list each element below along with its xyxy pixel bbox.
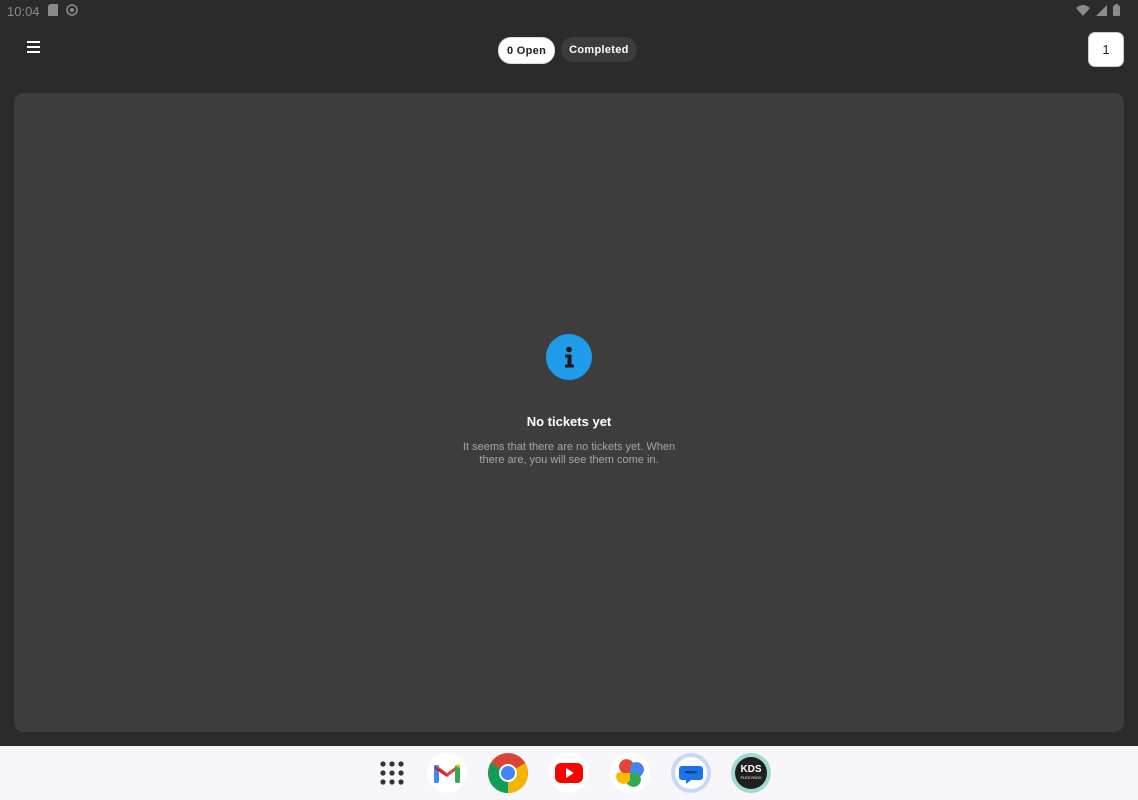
gmail-app[interactable] [427, 753, 467, 793]
sd-card-icon [48, 4, 58, 16]
gmail-icon [434, 764, 460, 783]
kds-flexybox-app[interactable]: KDS FLEXYBOX [731, 753, 771, 793]
photos-app[interactable] [610, 753, 650, 793]
chrome-icon [488, 753, 528, 793]
tab-open[interactable]: 0 Open [498, 37, 556, 64]
station-count-button[interactable]: 1 [1088, 32, 1124, 67]
ticket-tabs: 0 Open Completed [498, 37, 637, 64]
tickets-panel: No tickets yet It seems that there are n… [14, 93, 1124, 732]
empty-state-title: No tickets yet [526, 414, 612, 429]
status-time: 10:04 [7, 4, 40, 19]
empty-state: No tickets yet It seems that there are n… [14, 334, 1124, 467]
empty-state-message: It seems that there are no tickets yet. … [462, 441, 676, 466]
photos-icon [616, 759, 644, 787]
messages-icon [675, 757, 707, 789]
battery-icon [1113, 4, 1120, 16]
status-bar: 10:04 [0, 0, 1138, 22]
wifi-icon [1076, 4, 1090, 16]
tab-completed[interactable]: Completed [561, 37, 637, 62]
taskbar: KDS FLEXYBOX [0, 746, 1138, 800]
kds-label: KDS [740, 764, 762, 775]
menu-button[interactable] [24, 38, 44, 60]
hamburger-icon-line [27, 51, 40, 53]
kds-flexybox-icon: KDS FLEXYBOX [735, 757, 767, 789]
app-drawer-button[interactable] [372, 753, 412, 793]
hamburger-icon-line [27, 46, 40, 48]
chrome-app[interactable] [488, 753, 528, 793]
hamburger-icon [27, 41, 40, 43]
youtube-app[interactable] [549, 753, 589, 793]
info-icon [546, 334, 592, 380]
notification-icon [66, 4, 78, 16]
kds-sublabel: FLEXYBOX [740, 775, 762, 780]
messages-app[interactable] [671, 753, 711, 793]
youtube-icon [555, 763, 583, 783]
apps-grid-icon [380, 761, 404, 785]
signal-icon [1096, 4, 1107, 16]
